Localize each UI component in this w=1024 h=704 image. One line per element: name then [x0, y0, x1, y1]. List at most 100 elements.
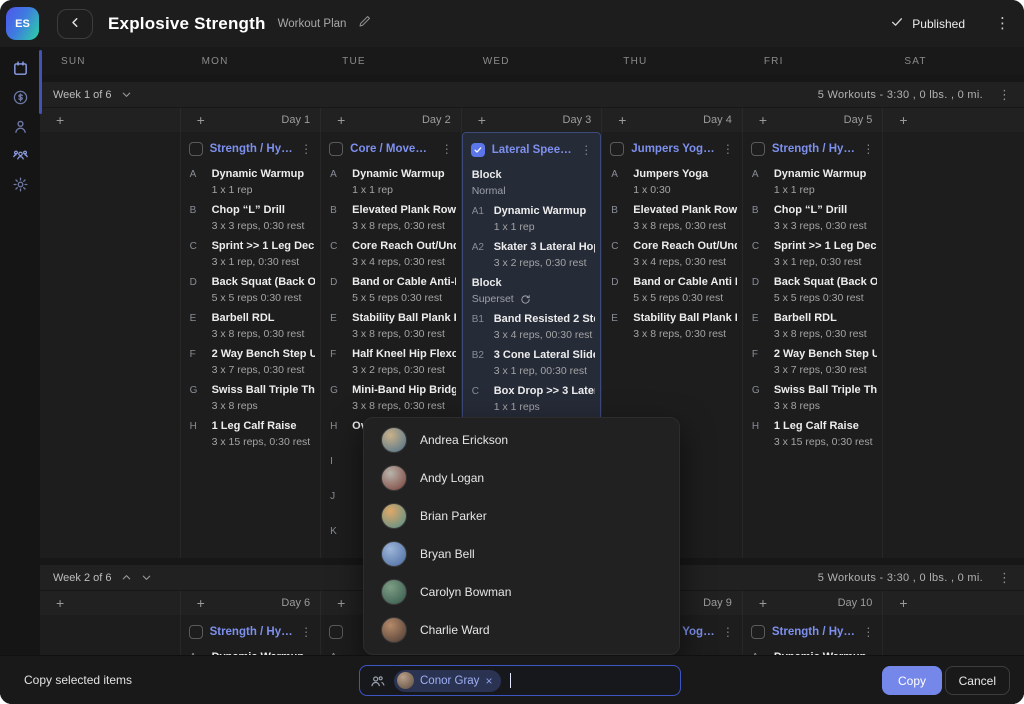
add-workout-icon[interactable]: + — [56, 596, 64, 610]
workout-checkbox[interactable] — [751, 142, 765, 156]
workout-checkbox[interactable] — [189, 625, 203, 639]
exercise-row[interactable]: FHalf Kneel Hip Flexor Rais...3 x 2 reps… — [326, 348, 456, 376]
exercise-row[interactable]: B23 Cone Lateral Slide3 x 1 rep, 00:30 r… — [468, 349, 596, 377]
week-collapse-down-button[interactable] — [121, 89, 132, 100]
pencil-icon[interactable] — [358, 14, 372, 33]
exercise-row[interactable]: AJumpers Yoga1 x 0:30 — [607, 168, 737, 196]
add-workout-icon[interactable]: + — [337, 596, 345, 610]
exercise-row[interactable]: GSwiss Ball Triple Threat3 x 8 reps — [186, 384, 316, 412]
exercise-row[interactable]: CCore Reach Out/Under3 x 4 reps, 0:30 re… — [326, 240, 456, 268]
athlete-option[interactable]: Brian Parker — [364, 497, 679, 535]
athlete-option[interactable]: Carolyn Bowman — [364, 573, 679, 611]
workout-checkbox[interactable] — [751, 625, 765, 639]
workout-title-link[interactable]: Strength / Hypertro... — [210, 143, 294, 155]
workout-checkbox[interactable] — [471, 143, 485, 157]
workout-kebab-icon[interactable]: ⋮ — [580, 144, 592, 156]
exercise-row[interactable]: H1 Leg Calf Raise3 x 15 reps, 0:30 rest — [748, 420, 878, 448]
publish-status[interactable]: Published — [890, 15, 965, 32]
exercise-row[interactable]: ADynamic Warmup1 x 1 rep — [326, 168, 456, 196]
exercise-row[interactable]: EBarbell RDL3 x 8 reps, 0:30 rest — [748, 312, 878, 340]
workout-title-link[interactable]: Jumpers Yoga / Core — [631, 143, 715, 155]
exercise-row[interactable]: BElevated Plank Row3 x 8 reps, 0:30 rest — [607, 204, 737, 232]
header-kebab-icon[interactable]: ⋮ — [995, 16, 1010, 31]
workout-title-link[interactable]: Strength / Hypertro... — [210, 626, 294, 638]
exercise-row[interactable]: H1 Leg Calf Raise3 x 15 reps, 0:30 rest — [186, 420, 316, 448]
workout-checkbox[interactable] — [610, 142, 624, 156]
exercise-row[interactable]: ADynamic Warmup1 x 1 rep — [186, 168, 316, 196]
exercise-row[interactable]: DBand or Cable Anti-Rotati...5 x 5 reps … — [326, 276, 456, 304]
sidebar-item-athletes[interactable] — [0, 112, 40, 141]
exercise-row[interactable]: B1Band Resisted 2 Step Late...3 x 4 reps… — [468, 313, 596, 341]
workout-kebab-icon[interactable]: ⋮ — [862, 626, 874, 638]
chip-close-icon[interactable]: × — [485, 675, 492, 687]
exercise-row[interactable]: EStability Ball Plank Linear ...3 x 8 re… — [326, 312, 456, 340]
exercise-row[interactable]: A2Skater 3 Lateral Hops >> ...3 x 2 reps… — [468, 241, 596, 269]
exercise-row[interactable]: GSwiss Ball Triple Threat3 x 8 reps — [748, 384, 878, 412]
workout-kebab-icon[interactable]: ⋮ — [300, 626, 312, 638]
week-kebab-icon[interactable]: ⋮ — [998, 571, 1011, 584]
workout-card-header: Jumpers Yoga / Core ⋮ — [607, 138, 737, 160]
add-workout-icon[interactable]: + — [478, 113, 486, 127]
exercise-row[interactable]: BChop “L” Drill3 x 3 reps, 0:30 rest — [748, 204, 878, 232]
workout-title-link[interactable]: Strength / Hypertro... — [772, 626, 856, 638]
workout-kebab-icon[interactable]: ⋮ — [300, 143, 312, 155]
workout-checkbox[interactable] — [189, 142, 203, 156]
week-collapse-up-button[interactable] — [121, 572, 132, 583]
workout-checkbox[interactable] — [329, 142, 343, 156]
workout-title-link[interactable]: Lateral Speed / Plyo — [492, 144, 574, 156]
athlete-option[interactable]: Bryan Bell — [364, 535, 679, 573]
add-workout-icon[interactable]: + — [759, 113, 767, 127]
athlete-name: Andrea Erickson — [420, 433, 508, 447]
week-kebab-icon[interactable]: ⋮ — [998, 88, 1011, 101]
assignee-search-input[interactable]: Conor Gray × — [359, 665, 681, 696]
workout-card[interactable]: Strength / Hypertro... ⋮ ADynamic Warmup1 … — [181, 132, 321, 558]
workout-title-link[interactable]: Strength / Hypertro... — [772, 143, 856, 155]
exercise-row[interactable]: CBox Drop >> 3 Lateral H...1 x 1 reps — [468, 385, 596, 413]
exercise-row[interactable]: DBand or Cable Anti Rotati...5 x 5 reps … — [607, 276, 737, 304]
workout-kebab-icon[interactable]: ⋮ — [722, 626, 734, 638]
workout-card[interactable]: Strength / Hypertro... ⋮ ADynamic Warmup1 … — [743, 132, 883, 558]
exercise-row[interactable]: GMini-Band Hip Bridge w/ ...3 x 8 reps, … — [326, 384, 456, 412]
add-workout-icon[interactable]: + — [197, 596, 205, 610]
scrollbar-thumb[interactable] — [39, 50, 42, 114]
exercise-row[interactable]: EStability Ball Plank Linear ...3 x 8 re… — [607, 312, 737, 340]
sidebar-item-settings[interactable] — [0, 170, 40, 199]
athlete-option[interactable]: Andrea Erickson — [364, 421, 679, 459]
athlete-option[interactable]: Charlie Ward — [364, 611, 679, 649]
cancel-button[interactable]: Cancel — [945, 666, 1010, 695]
add-workout-icon[interactable]: + — [759, 596, 767, 610]
copy-button[interactable]: Copy — [882, 666, 942, 695]
workout-kebab-icon[interactable]: ⋮ — [862, 143, 874, 155]
athlete-option[interactable]: Andy Logan — [364, 459, 679, 497]
exercise-row[interactable]: F2 Way Bench Step Up3 x 7 reps, 0:30 res… — [186, 348, 316, 376]
exercise-row[interactable]: CSprint >> 1 Leg Declarations3 x 1 rep, … — [186, 240, 316, 268]
workout-checkbox[interactable] — [329, 625, 343, 639]
add-workout-icon[interactable]: + — [899, 596, 907, 610]
sidebar-item-billing[interactable] — [0, 83, 40, 112]
add-workout-icon[interactable]: + — [899, 113, 907, 127]
add-workout-icon[interactable]: + — [618, 113, 626, 127]
exercise-row[interactable]: CSprint >> 1 Leg Declarations3 x 1 rep, … — [748, 240, 878, 268]
add-workout-icon[interactable]: + — [197, 113, 205, 127]
exercise-row[interactable]: ADynamic Warmup1 x 1 rep — [748, 168, 878, 196]
exercise-row[interactable]: A1Dynamic Warmup1 x 1 rep — [468, 205, 596, 233]
sidebar-item-calendar[interactable] — [0, 54, 40, 83]
exercise-row[interactable]: BChop “L” Drill3 x 3 reps, 0:30 rest — [186, 204, 316, 232]
add-workout-icon[interactable]: + — [56, 113, 64, 127]
program-avatar[interactable]: ES — [6, 7, 39, 40]
week-collapse-down-button[interactable] — [141, 572, 152, 583]
exercise-row[interactable]: EBarbell RDL3 x 8 reps, 0:30 rest — [186, 312, 316, 340]
exercise-row[interactable]: DBack Squat (Back Off Set)5 x 5 reps 0:3… — [748, 276, 878, 304]
sidebar-item-teams[interactable] — [0, 141, 40, 170]
add-workout-icon[interactable]: + — [337, 113, 345, 127]
workout-kebab-icon[interactable]: ⋮ — [441, 143, 453, 155]
workout-title-link[interactable]: Core / Movement Q... — [350, 143, 434, 155]
exercise-row[interactable]: F2 Way Bench Step Up3 x 7 reps, 0:30 res… — [748, 348, 878, 376]
back-button[interactable] — [57, 9, 93, 39]
assignee-chip[interactable]: Conor Gray × — [394, 670, 501, 692]
copy-hint-label: Copy selected items — [24, 673, 132, 687]
exercise-row[interactable]: BElevated Plank Row3 x 8 reps, 0:30 rest — [326, 204, 456, 232]
exercise-row[interactable]: DBack Squat (Back Off Set)5 x 5 reps 0:3… — [186, 276, 316, 304]
exercise-row[interactable]: CCore Reach Out/Under3 x 4 reps, 0:30 re… — [607, 240, 737, 268]
workout-kebab-icon[interactable]: ⋮ — [722, 143, 734, 155]
